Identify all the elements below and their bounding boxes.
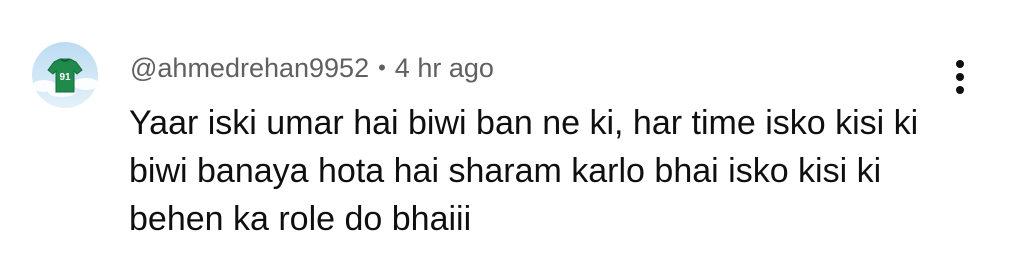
comment-thread-item: 91 @ahmedrehan9952 • 4 hr ago Yaar iski … bbox=[0, 0, 1024, 277]
separator-dot: • bbox=[378, 55, 386, 80]
more-vertical-icon[interactable] bbox=[942, 54, 978, 100]
comment-header: @ahmedrehan9952 • 4 hr ago bbox=[130, 50, 494, 86]
comment-text: Yaar iski umar hai biwi ban ne ki, har t… bbox=[129, 104, 919, 238]
author-name[interactable]: @ahmedrehan9952 bbox=[130, 53, 369, 84]
menu-dot bbox=[956, 60, 964, 68]
avatar-jersey-number: 91 bbox=[59, 72, 71, 83]
published-time[interactable]: 4 hr ago bbox=[395, 53, 494, 84]
avatar-image: 91 bbox=[32, 42, 98, 108]
menu-dot bbox=[956, 73, 964, 81]
menu-dot bbox=[956, 86, 964, 94]
avatar[interactable]: 91 bbox=[32, 42, 98, 108]
